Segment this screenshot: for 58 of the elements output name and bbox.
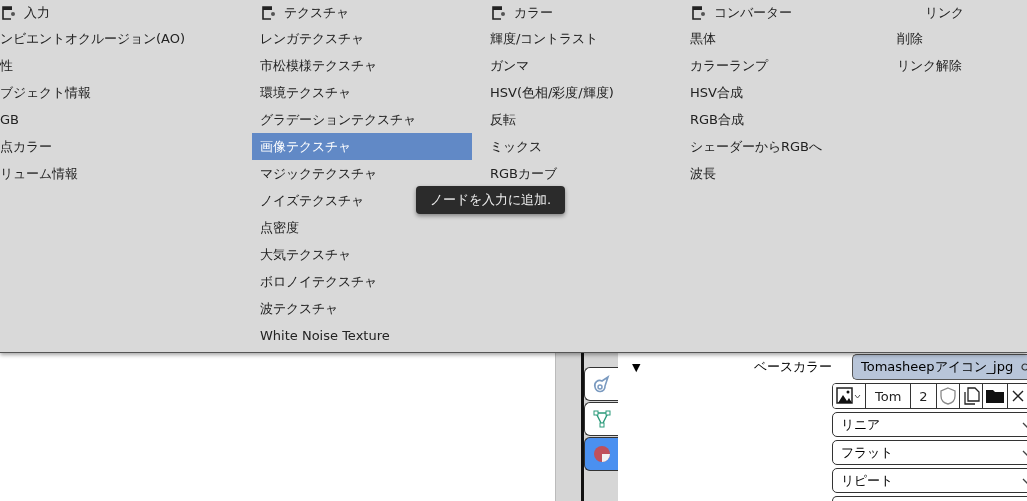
expand-toggle[interactable]: ▼ <box>632 360 656 374</box>
menu-item[interactable]: 黒体 <box>682 25 879 52</box>
node-icon <box>260 5 276 21</box>
menu-item[interactable]: リューム情報 <box>0 160 242 187</box>
menu-item[interactable]: 輝度/コントラスト <box>482 25 672 52</box>
close-icon <box>1011 390 1024 402</box>
tooltip: ノードを入力に追加. <box>416 186 566 214</box>
properties-tab[interactable] <box>584 402 618 436</box>
menu-item[interactable]: 大気テクスチャ <box>252 241 472 268</box>
menu-item[interactable]: White Noise Texture <box>252 322 472 349</box>
menu-category-title: テクスチャ <box>284 4 349 22</box>
menu-item[interactable]: HSV(色相/彩度/輝度) <box>482 79 672 106</box>
menu-item[interactable]: 反転 <box>482 106 672 133</box>
menu-item[interactable]: 市松模様テクスチャ <box>252 52 472 79</box>
menu-item[interactable]: 波長 <box>682 160 879 187</box>
dropdown[interactable]: フラット <box>832 440 1027 465</box>
image-browse-button[interactable] <box>833 384 866 408</box>
menu-item[interactable]: RGB合成 <box>682 106 879 133</box>
menu-item[interactable]: シェーダーからRGBへ <box>682 133 879 160</box>
menu-item[interactable]: HSV合成 <box>682 79 879 106</box>
menu-item[interactable]: ガンマ <box>482 52 672 79</box>
menu-item[interactable]: ンビエントオクルージョン(AO) <box>0 25 242 52</box>
shield-icon <box>938 387 957 405</box>
menu-item[interactable]: 削除 <box>889 25 1017 52</box>
menu-item[interactable]: ミックス <box>482 133 672 160</box>
menu-item[interactable]: ボロノイテクスチャ <box>252 268 472 295</box>
folder-icon <box>984 388 1005 404</box>
menu-item[interactable]: GB <box>0 106 242 133</box>
menu-category-title: 入力 <box>24 4 50 22</box>
menu-category-title: カラー <box>514 4 553 22</box>
object-data-icon <box>591 375 612 393</box>
menu-item[interactable]: レンガテクスチャ <box>252 25 472 52</box>
menu-item[interactable]: 環境テクスチャ <box>252 79 472 106</box>
node-icon <box>490 5 506 21</box>
menu-item[interactable]: 画像テクスチャ <box>252 133 472 160</box>
material-sphere-icon <box>591 444 612 464</box>
menu-category-title: コンバーター <box>714 4 792 22</box>
menu-item[interactable]: 性 <box>0 52 242 79</box>
triangle-mesh-icon <box>592 410 611 428</box>
menu-item[interactable]: 点密度 <box>252 214 472 241</box>
socket-label: ベースカラー <box>753 358 833 376</box>
node-icon <box>690 5 706 21</box>
dropdown[interactable]: リピート <box>832 468 1027 493</box>
menu-item[interactable]: グラデーションテクスチャ <box>252 106 472 133</box>
copy-icon <box>961 387 980 405</box>
menu-item[interactable]: RGBカーブ <box>482 160 672 187</box>
menu-category-title: リンク <box>925 4 964 22</box>
dropdown[interactable]: リニア <box>832 412 1027 437</box>
menu-item[interactable]: リンク解除 <box>889 52 1017 79</box>
menu-item[interactable]: ブジェクト情報 <box>0 79 242 106</box>
properties-tab[interactable] <box>584 367 618 401</box>
image-icon <box>836 387 862 405</box>
image-field[interactable]: Tomasheepアイコン_jpg <box>852 354 1027 380</box>
menu-item[interactable]: 点カラー <box>0 133 242 160</box>
menu-item[interactable]: カラーランプ <box>682 52 879 79</box>
properties-tab[interactable] <box>584 437 618 471</box>
menu-item[interactable]: 波テクスチャ <box>252 295 472 322</box>
menu-item[interactable]: マジックテクスチャ <box>252 160 472 187</box>
